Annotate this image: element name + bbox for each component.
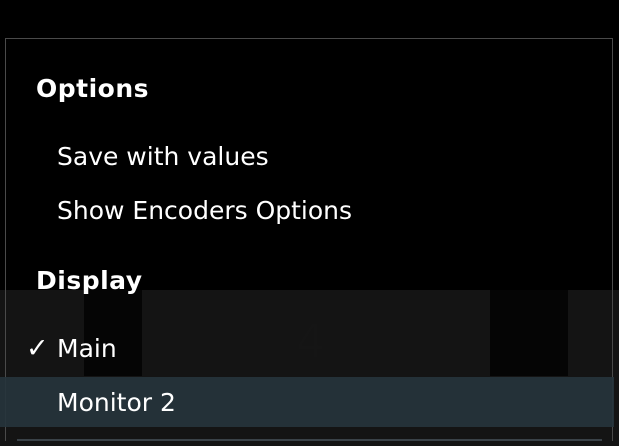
menu-item-label: Monitor 2 (57, 387, 176, 417)
checkmark-icon: ✓ (26, 332, 49, 364)
menu-item-label: Show Encoders Options (57, 195, 353, 225)
menu-item-show-encoders-options[interactable]: Show Encoders Options (0, 185, 619, 235)
section-header-options: Options (36, 74, 150, 103)
menu-item-label: Save with values (57, 141, 269, 171)
menu-item-monitor-2[interactable]: Monitor 2 (0, 377, 614, 427)
menu-item-label: Main (57, 333, 117, 363)
menu-item-save-with-values[interactable]: Save with values (0, 131, 619, 181)
screen: 4 Options Save with values Show Encoders… (0, 0, 619, 446)
menu-divider (17, 439, 602, 441)
menu-item-main[interactable]: ✓ Main (0, 323, 619, 373)
section-header-display: Display (36, 266, 143, 295)
